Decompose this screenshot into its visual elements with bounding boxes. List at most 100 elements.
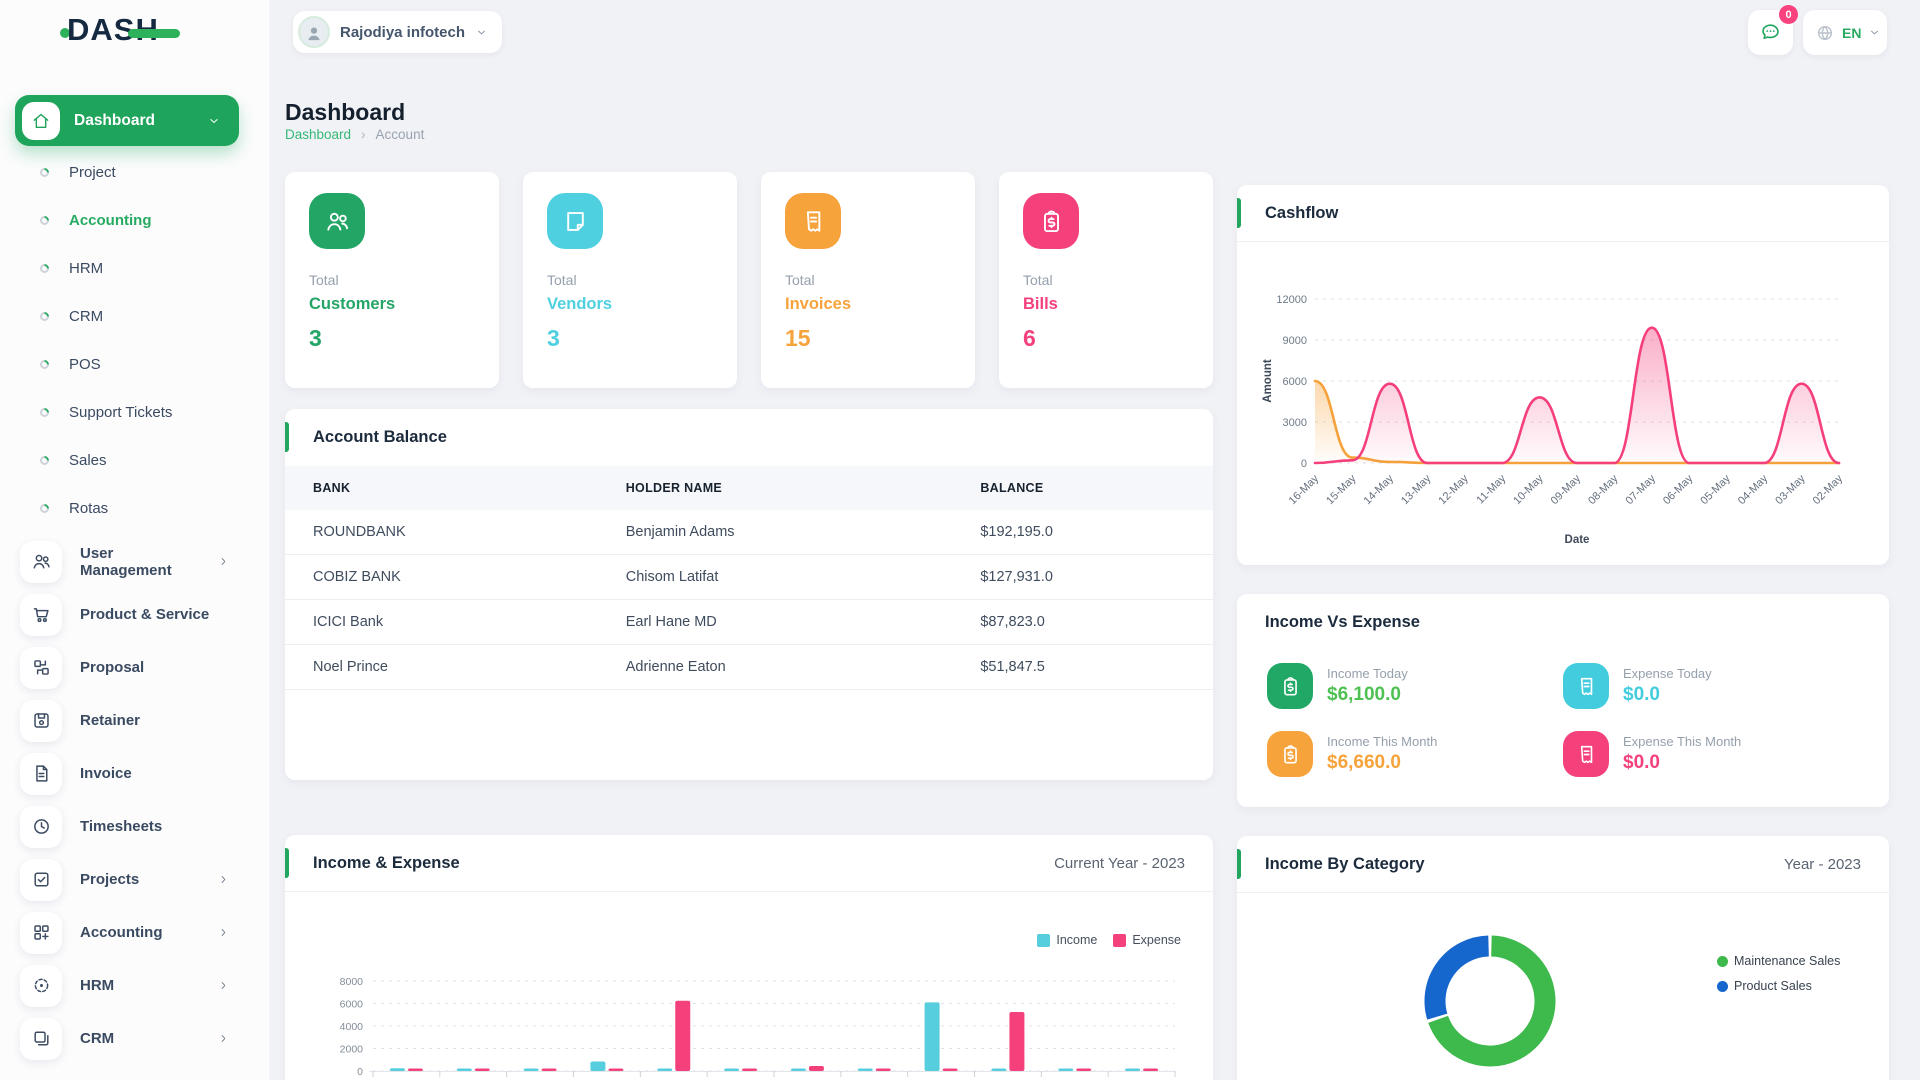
table-col-header: BALANCE xyxy=(952,466,1213,510)
sidebar-subitem-accounting[interactable]: Accounting xyxy=(0,196,270,244)
legend-item[interactable]: Product Sales xyxy=(1717,979,1840,993)
income-by-category-header: Income By Category Year - 2023 xyxy=(1237,836,1889,893)
bill-icon xyxy=(1038,208,1065,235)
module-label: Accounting xyxy=(80,924,163,941)
sidebar-subitem-label: CRM xyxy=(69,308,103,325)
legend-swatch xyxy=(1037,934,1050,947)
sidebar-subitem-label: Accounting xyxy=(69,212,152,229)
sidebar-item-product-service[interactable]: Product & Service xyxy=(0,588,270,641)
sidebar-item-accounting[interactable]: Accounting xyxy=(0,906,270,959)
sidebar-subitem-label: Sales xyxy=(69,452,107,469)
legend-label: Expense xyxy=(1132,933,1181,947)
svg-text:2000: 2000 xyxy=(340,1044,364,1056)
table-cell: ROUNDBANK xyxy=(285,510,598,555)
table-cell: Earl Hane MD xyxy=(598,600,953,645)
ive-value: $0.0 xyxy=(1623,684,1712,706)
language-code: EN xyxy=(1842,25,1861,41)
cashflow-header: Cashflow xyxy=(1237,185,1889,242)
workspace-selector[interactable]: Rajodiya infotech xyxy=(293,11,502,53)
legend-item[interactable]: Maintenance Sales xyxy=(1717,954,1840,968)
table-col-header: HOLDER NAME xyxy=(598,466,953,510)
sidebar-subitem-rotas[interactable]: Rotas xyxy=(0,484,270,532)
sidebar-subitem-pos[interactable]: POS xyxy=(0,340,270,388)
module-icon-tile xyxy=(20,859,62,901)
table-cell: ICICI Bank xyxy=(285,600,598,645)
bullet-ring-icon xyxy=(38,310,51,323)
sidebar-subitem-project[interactable]: Project xyxy=(0,148,270,196)
note-icon xyxy=(562,208,589,235)
sidebar-item-proposal[interactable]: Proposal xyxy=(0,641,270,694)
svg-text:12000: 12000 xyxy=(1276,294,1307,306)
sidebar-subitem-label: HRM xyxy=(69,260,103,277)
home-icon xyxy=(31,111,51,131)
sidebar-subitem-support-tickets[interactable]: Support Tickets xyxy=(0,388,270,436)
chat-icon xyxy=(1759,21,1782,44)
module-icon-tile xyxy=(20,912,62,954)
cashflow-panel: Cashflow 03000600090001200016-May15-May1… xyxy=(1237,185,1889,565)
retainer-icon xyxy=(31,710,52,731)
module-icon-tile xyxy=(20,700,62,742)
sidebar-subitem-label: Rotas xyxy=(69,500,108,517)
stat-card-top-label: Total xyxy=(309,272,475,288)
sidebar-subitem-label: POS xyxy=(69,356,101,373)
messages-button[interactable]: 0 xyxy=(1748,10,1793,55)
app-logo[interactable]: DASH xyxy=(60,12,180,48)
bullet-ring-icon xyxy=(38,214,51,227)
chevron-right-icon xyxy=(217,873,230,886)
ive-item-expense-this-month: Expense This Month$0.0 xyxy=(1563,731,1859,777)
svg-text:06-May: 06-May xyxy=(1661,472,1696,507)
module-label: Proposal xyxy=(80,659,144,676)
sidebar-subitem-sales[interactable]: Sales xyxy=(0,436,270,484)
language-selector[interactable]: EN xyxy=(1803,10,1887,55)
ive-item-income-this-month: Income This Month$6,660.0 xyxy=(1267,731,1563,777)
ive-label: Income Today xyxy=(1327,666,1408,681)
svg-text:11-May: 11-May xyxy=(1474,472,1508,506)
svg-text:0: 0 xyxy=(1301,458,1307,470)
table-cell: $87,823.0 xyxy=(952,600,1213,645)
sidebar-item-projects[interactable]: Projects xyxy=(0,853,270,906)
page-title: Dashboard xyxy=(285,99,405,126)
svg-text:04-May: 04-May xyxy=(1736,472,1771,507)
sidebar-dashboard-children: Project Accounting HRM CRM POS Support Ticket… xyxy=(0,148,270,532)
income-by-category-chart xyxy=(1415,926,1565,1076)
sidebar-subitem-hrm[interactable]: HRM xyxy=(0,244,270,292)
sidebar-item-crm[interactable]: CRM xyxy=(0,1012,270,1065)
sidebar-item-user-management[interactable]: User Management xyxy=(0,535,270,588)
sidebar-item-invoice[interactable]: Invoice xyxy=(0,747,270,800)
breadcrumb-root-link[interactable]: Dashboard xyxy=(285,127,351,142)
legend-item[interactable]: Expense xyxy=(1113,933,1181,947)
sidebar-subitem-label: Project xyxy=(69,164,116,181)
sidebar-subitem-crm[interactable]: CRM xyxy=(0,292,270,340)
clock-icon xyxy=(31,816,52,837)
chevron-down-icon xyxy=(1868,26,1881,39)
svg-text:Date: Date xyxy=(1565,534,1590,546)
sidebar-item-dashboard[interactable]: Dashboard xyxy=(15,95,239,146)
stat-card-icon-tile xyxy=(1023,193,1079,249)
home-icon-tile xyxy=(22,102,60,140)
sidebar-item-hrm[interactable]: HRM xyxy=(0,959,270,1012)
sidebar-subitem-label: Support Tickets xyxy=(69,404,172,421)
income-vs-expense-grid: Income Today$6,100.0Expense Today$0.0Inc… xyxy=(1237,651,1889,777)
module-icon-tile xyxy=(20,753,62,795)
income-by-category-title: Income By Category xyxy=(1265,855,1425,874)
chevron-down-icon xyxy=(207,114,221,128)
sidebar-item-timesheets[interactable]: Timesheets xyxy=(0,800,270,853)
account-balance-panel: Account Balance BANKHOLDER NAMEBALANCE R… xyxy=(285,409,1213,780)
svg-text:02-May: 02-May xyxy=(1811,472,1846,507)
stat-card-top-label: Total xyxy=(1023,272,1189,288)
stat-card-label: Customers xyxy=(309,295,475,314)
table-row: ICICI BankEarl Hane MD$87,823.0 xyxy=(285,600,1213,645)
stat-card-vendors: TotalVendors3 xyxy=(523,172,737,388)
bullet-ring-icon xyxy=(38,262,51,275)
sidebar-item-retainer[interactable]: Retainer xyxy=(0,694,270,747)
svg-text:03-May: 03-May xyxy=(1773,472,1808,507)
chevron-right-icon xyxy=(217,979,230,992)
svg-text:05-May: 05-May xyxy=(1698,472,1733,507)
svg-text:08-May: 08-May xyxy=(1586,472,1621,507)
table-col-header: BANK xyxy=(285,466,598,510)
income-expense-period: Current Year - 2023 xyxy=(1054,855,1185,872)
legend-item[interactable]: Income xyxy=(1037,933,1097,947)
module-icon-tile xyxy=(20,541,62,583)
chevron-right-icon xyxy=(217,555,230,568)
chevron-right-icon xyxy=(217,926,230,939)
